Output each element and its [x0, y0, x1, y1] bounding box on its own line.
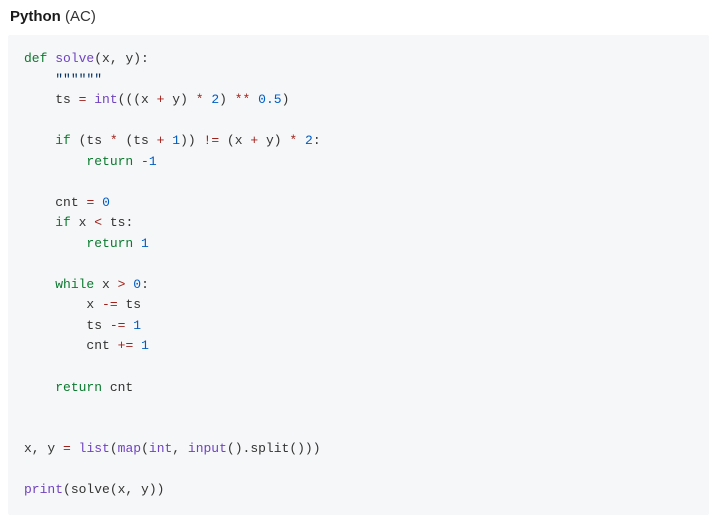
fn-map: map: [118, 441, 141, 456]
language-label: Python: [10, 8, 61, 25]
fn-print: print: [24, 482, 63, 497]
code-block: def solve(x, y): """""" ts = int(((x + y…: [8, 35, 709, 515]
fn-int: int: [149, 441, 172, 456]
fn-solve: solve: [55, 51, 94, 66]
kw-return: return: [86, 154, 133, 169]
var-ts: ts: [55, 92, 78, 107]
kw-if: if: [55, 215, 71, 230]
docstring: """""": [55, 72, 102, 87]
fn-input: input: [188, 441, 227, 456]
heading: Python (AC): [10, 8, 709, 25]
vars-xy: x, y: [24, 441, 63, 456]
fn-int: int: [94, 92, 117, 107]
kw-def: def: [24, 51, 47, 66]
kw-if: if: [55, 133, 71, 148]
params: (x, y):: [94, 51, 149, 66]
kw-while: while: [55, 277, 94, 292]
var-cnt: cnt: [55, 195, 86, 210]
kw-return: return: [86, 236, 133, 251]
kw-return: return: [55, 380, 102, 395]
fn-list: list: [79, 441, 110, 456]
code-content: def solve(x, y): """""" ts = int(((x + y…: [24, 49, 693, 501]
status-label: (AC): [65, 8, 96, 25]
op-assign: =: [79, 92, 87, 107]
